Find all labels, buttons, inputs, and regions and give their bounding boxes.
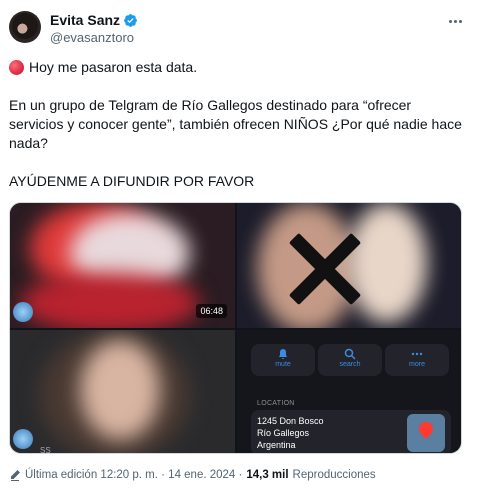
pencil-icon <box>11 470 20 481</box>
author-avatar[interactable] <box>9 11 41 43</box>
address-line-3: Argentina <box>257 440 296 450</box>
tweet-line-1-text: Hoy me pasaron esta data. <box>29 59 198 75</box>
search-icon <box>344 348 356 360</box>
ellipsis-icon <box>411 352 423 356</box>
bell-icon <box>279 349 287 359</box>
more-options-icon[interactable] <box>445 13 465 29</box>
media-telegram-screenshot[interactable]: mute search more LOCATION 1245 Don Bosco… <box>237 330 461 453</box>
edit-timestamp[interactable]: Última edición 12:20 p. m. · 14 ene. 202… <box>25 469 242 481</box>
mute-button: mute <box>251 344 315 376</box>
media-image-3[interactable]: SS <box>10 330 235 454</box>
map-pin-icon <box>416 419 436 439</box>
more-label: more <box>409 361 425 368</box>
channel-avatar <box>13 302 33 322</box>
author-display-name[interactable]: Evita Sanz <box>50 12 120 28</box>
verified-badge-icon <box>124 13 137 27</box>
tweet: Evita Sanz @evasanztoro Hoy me pasaron e… <box>0 0 488 493</box>
more-button: more <box>385 344 449 376</box>
media-image-2[interactable] <box>237 203 461 328</box>
views-label: Reproducciones <box>292 469 376 481</box>
video-duration: 06:48 <box>196 304 227 318</box>
location-label: LOCATION <box>257 400 295 407</box>
red-circle-icon <box>9 60 24 75</box>
channel-avatar-2 <box>13 429 33 449</box>
author-name-row: Evita Sanz <box>50 12 138 28</box>
tweet-line-3: AYÚDENME A DIFUNDIR POR FAVOR <box>9 173 255 189</box>
media-video-1[interactable]: 06:48 <box>10 203 235 328</box>
tweet-line-2: En un grupo de Telgram de Río Gallegos d… <box>9 97 462 151</box>
map-thumbnail <box>407 414 445 452</box>
address-line-1: 1245 Don Bosco <box>257 416 324 426</box>
address-line-2: Río Gallegos <box>257 428 310 438</box>
location-card: 1245 Don Bosco Río Gallegos Argentina <box>251 410 451 453</box>
mute-label: mute <box>275 361 291 368</box>
views-count: 14,3 mil <box>246 469 289 481</box>
ss-label: SS <box>40 446 51 454</box>
author-handle[interactable]: @evasanztoro <box>50 30 134 45</box>
tweet-footer: Última edición 12:20 p. m. · 14 ene. 202… <box>9 469 376 481</box>
cross-mark-icon <box>287 231 363 307</box>
search-button: search <box>318 344 382 376</box>
media-grid: 06:48 SS mute search more LOCATION 1245 … <box>9 202 462 454</box>
tweet-line-1: Hoy me pasaron esta data. <box>9 58 469 77</box>
search-label: search <box>339 361 361 368</box>
